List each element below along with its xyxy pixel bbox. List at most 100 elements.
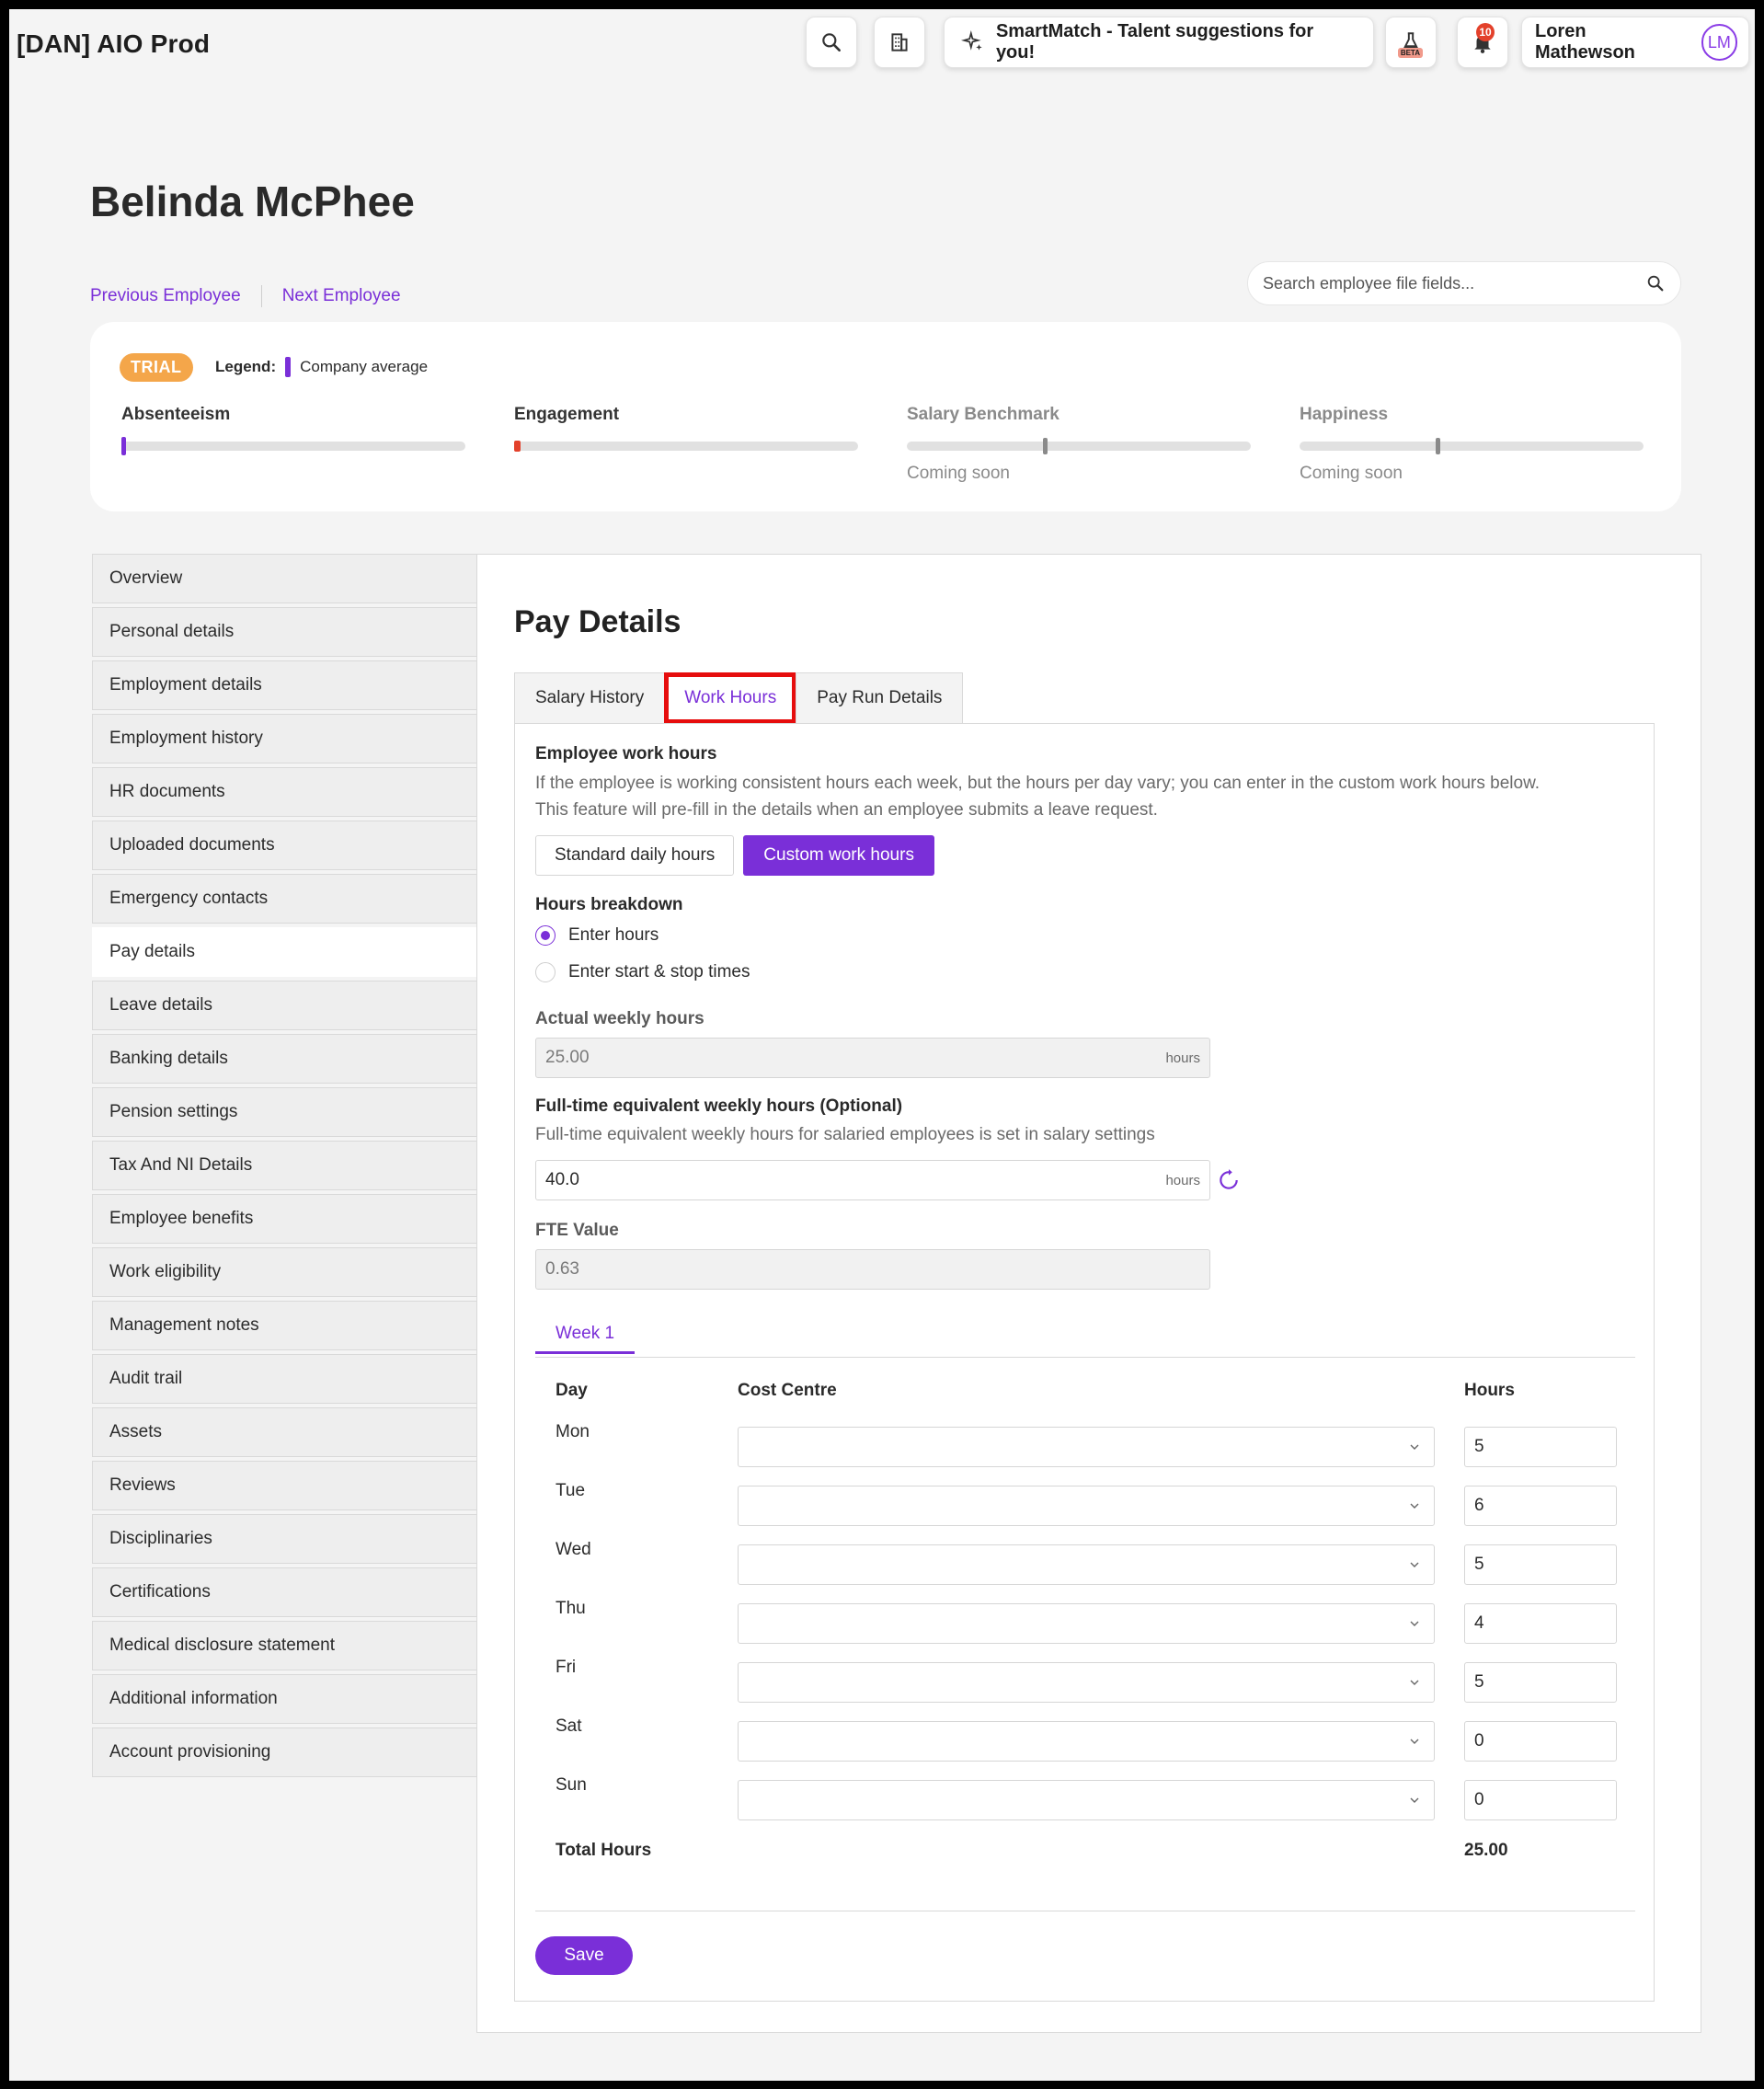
pay-details-tabs: Salary History Work Hours Pay Run Detail… xyxy=(514,672,964,724)
fte-value-field: 0.63 xyxy=(535,1249,1210,1290)
sidebar-item-personal-details[interactable]: Personal details xyxy=(92,607,476,657)
field-unit: hours xyxy=(1165,1172,1200,1188)
employee-navigation: Previous Employee Next Employee xyxy=(90,285,401,307)
sidebar-item-work-eligibility[interactable]: Work eligibility xyxy=(92,1247,476,1297)
sidebar-item-pay-details[interactable]: Pay details xyxy=(92,927,476,977)
metric-label: Engagement xyxy=(514,405,620,424)
column-header-hours: Hours xyxy=(1464,1381,1515,1400)
cost-centre-select-thu[interactable] xyxy=(738,1603,1435,1644)
avatar: LM xyxy=(1701,24,1737,61)
cost-centre-select-mon[interactable] xyxy=(738,1427,1435,1467)
sidebar-item-assets[interactable]: Assets xyxy=(92,1407,476,1457)
file-search-box xyxy=(1247,261,1681,305)
sidebar-item-pension-settings[interactable]: Pension settings xyxy=(92,1087,476,1137)
sidebar-item-uploaded-documents[interactable]: Uploaded documents xyxy=(92,821,476,870)
next-employee-link[interactable]: Next Employee xyxy=(282,286,401,306)
day-label-thu: Thu xyxy=(556,1599,586,1618)
day-label-tue: Tue xyxy=(556,1481,586,1500)
sidebar-item-tax-and-ni-details[interactable]: Tax And NI Details xyxy=(92,1141,476,1190)
cost-centre-select-sat[interactable] xyxy=(738,1721,1435,1762)
hours-input-wed[interactable]: 5 xyxy=(1464,1544,1617,1585)
sparkle-icon xyxy=(961,30,982,51)
chevron-down-icon xyxy=(1410,1621,1419,1626)
sidebar-item-medical-disclosure-statement[interactable]: Medical disclosure statement xyxy=(92,1621,476,1670)
tab-pay-run-details[interactable]: Pay Run Details xyxy=(796,672,964,724)
sidebar-item-employee-benefits[interactable]: Employee benefits xyxy=(92,1194,476,1244)
sidebar-item-account-provisioning[interactable]: Account provisioning xyxy=(92,1727,476,1777)
cost-centre-select-wed[interactable] xyxy=(738,1544,1435,1585)
legend-company-average-swatch xyxy=(285,357,292,377)
sidebar-item-audit-trail[interactable]: Audit trail xyxy=(92,1354,476,1404)
average-marker xyxy=(1436,438,1440,454)
radio-button-selected[interactable] xyxy=(535,925,556,946)
hours-input-sun[interactable]: 0 xyxy=(1464,1780,1617,1820)
building-icon xyxy=(891,33,908,52)
hours-input-thu[interactable]: 4 xyxy=(1464,1603,1617,1644)
sidebar-item-emergency-contacts[interactable]: Emergency contacts xyxy=(92,874,476,924)
sidebar-item-employment-details[interactable]: Employment details xyxy=(92,660,476,710)
metric-happiness: Happiness Coming soon xyxy=(1300,405,1644,484)
fte-value-label: FTE Value xyxy=(535,1221,619,1240)
sidebar-item-additional-information[interactable]: Additional information xyxy=(92,1674,476,1724)
sidebar-item-disciplinaries[interactable]: Disciplinaries xyxy=(92,1514,476,1564)
chevron-down-icon xyxy=(1410,1739,1419,1744)
metric-track xyxy=(907,438,1251,454)
sidebar-item-certifications[interactable]: Certifications xyxy=(92,1567,476,1617)
standard-daily-hours-button[interactable]: Standard daily hours xyxy=(535,835,735,876)
tab-work-hours[interactable]: Work Hours xyxy=(664,672,797,724)
section-description-line1: If the employee is working consistent ho… xyxy=(535,774,1541,793)
metric-absenteeism: Absenteeism xyxy=(121,405,465,455)
fte-weekly-hours-help: Full-time equivalent weekly hours for sa… xyxy=(535,1125,1155,1144)
hours-input-sat[interactable]: 0 xyxy=(1464,1721,1617,1762)
sidebar-item-management-notes[interactable]: Management notes xyxy=(92,1301,476,1350)
smartmatch-label: SmartMatch - Talent suggestions for you! xyxy=(995,21,1314,63)
sidebar-item-reviews[interactable]: Reviews xyxy=(92,1461,476,1510)
chevron-down-icon xyxy=(1410,1503,1419,1509)
custom-work-hours-button[interactable]: Custom work hours xyxy=(743,835,934,876)
tab-week-1[interactable]: Week 1 xyxy=(535,1315,636,1354)
sidebar-item-employment-history[interactable]: Employment history xyxy=(92,714,476,763)
column-header-cost-centre: Cost Centre xyxy=(738,1381,837,1400)
cost-centre-select-sun[interactable] xyxy=(738,1780,1435,1820)
search-icon[interactable] xyxy=(1645,273,1666,293)
sidebar-item-hr-documents[interactable]: HR documents xyxy=(92,767,476,817)
tab-salary-history[interactable]: Salary History xyxy=(514,672,666,724)
hours-input-tue[interactable]: 6 xyxy=(1464,1486,1617,1526)
notifications-button[interactable]: 10 xyxy=(1457,17,1508,68)
metric-label: Salary Benchmark xyxy=(907,405,1060,424)
save-button[interactable]: Save xyxy=(535,1936,633,1975)
field-unit: hours xyxy=(1165,1050,1200,1066)
user-name: Loren Mathewson xyxy=(1535,21,1635,63)
sidebar-item-overview[interactable]: Overview xyxy=(92,554,476,603)
chevron-down-icon xyxy=(1410,1680,1419,1685)
sidebar-item-leave-details[interactable]: Leave details xyxy=(92,981,476,1030)
radio-enter-hours[interactable]: Enter hours xyxy=(535,925,659,946)
cost-centre-select-fri[interactable] xyxy=(738,1662,1435,1703)
cost-centre-select-tue[interactable] xyxy=(738,1486,1435,1526)
radio-button[interactable] xyxy=(535,962,556,982)
metric-status: Coming soon xyxy=(907,464,1010,483)
reset-icon[interactable] xyxy=(1217,1168,1241,1192)
fte-weekly-hours-field[interactable]: 40.0 hours xyxy=(535,1160,1210,1200)
labs-button[interactable]: BETA xyxy=(1385,17,1437,68)
company-button[interactable] xyxy=(874,17,925,68)
day-label-mon: Mon xyxy=(556,1422,590,1441)
file-search-input[interactable] xyxy=(1263,273,1645,293)
search-button[interactable] xyxy=(806,17,857,68)
employee-file-sidebar: Overview Personal details Employment det… xyxy=(92,554,476,1781)
column-header-day: Day xyxy=(556,1381,588,1400)
user-menu[interactable]: Loren Mathewson LM xyxy=(1521,17,1749,68)
metric-track xyxy=(514,441,858,452)
metric-salary-benchmark: Salary Benchmark Coming soon xyxy=(907,405,1251,484)
average-marker xyxy=(1043,438,1048,454)
hours-input-fri[interactable]: 5 xyxy=(1464,1662,1617,1703)
radio-start-stop-times[interactable]: Enter start & stop times xyxy=(535,962,750,982)
metric-track xyxy=(1300,438,1644,454)
actual-weekly-hours-label: Actual weekly hours xyxy=(535,1009,704,1028)
chevron-down-icon xyxy=(1410,1562,1419,1567)
smartmatch-button[interactable]: SmartMatch - Talent suggestions for you! xyxy=(944,17,1374,68)
hours-input-mon[interactable]: 5 xyxy=(1464,1427,1617,1467)
previous-employee-link[interactable]: Previous Employee xyxy=(90,286,241,306)
sidebar-item-banking-details[interactable]: Banking details xyxy=(92,1034,476,1084)
field-value: 0.63 xyxy=(545,1259,579,1279)
